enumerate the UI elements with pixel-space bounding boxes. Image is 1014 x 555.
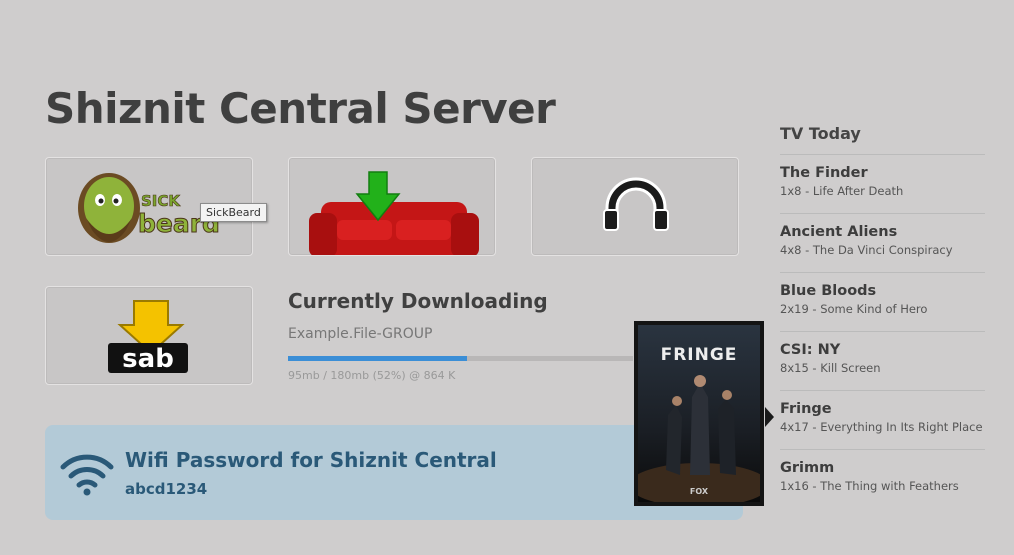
couch-download-icon [309, 171, 479, 255]
headphones-icon [603, 177, 669, 231]
show-episode: 1x16 - The Thing with Feathers [780, 479, 959, 493]
sab-download-icon: sab [108, 300, 188, 374]
show-episode: 4x8 - The Da Vinci Conspiracy [780, 243, 953, 257]
poster-pointer [765, 407, 774, 427]
show-item-blue-bloods[interactable]: Blue Bloods 2x19 - Some Kind of Hero [780, 273, 985, 332]
show-name: Blue Bloods [780, 283, 877, 299]
poster-title: FRINGE [660, 345, 738, 365]
wifi-password: abcd1234 [125, 480, 208, 498]
show-item-fringe[interactable]: Fringe 4x17 - Everything In Its Right Pl… [780, 391, 985, 450]
download-progress-fill [288, 356, 468, 361]
svg-text:SICK: SICK [141, 192, 181, 210]
show-episode: 2x19 - Some Kind of Hero [780, 302, 928, 316]
page-title: Shiznit Central Server [45, 84, 556, 133]
download-progress-bar [288, 356, 633, 361]
tv-today-sidebar: TV Today The Finder 1x8 - Life After Dea… [780, 124, 985, 509]
wifi-icon [60, 454, 114, 496]
show-episode: 8x15 - Kill Screen [780, 361, 881, 375]
show-item-csi-ny[interactable]: CSI: NY 8x15 - Kill Screen [780, 332, 985, 391]
fringe-poster: FRINGE FOX [634, 321, 764, 506]
show-name: Fringe [780, 401, 832, 417]
svg-text:sab: sab [122, 344, 174, 374]
download-filename: Example.File-GROUP [288, 326, 433, 342]
tv-today-title: TV Today [780, 124, 985, 155]
show-item-the-finder[interactable]: The Finder 1x8 - Life After Death [780, 155, 985, 214]
show-name: Grimm [780, 460, 835, 476]
show-item-grimm[interactable]: Grimm 1x16 - The Thing with Feathers [780, 450, 985, 509]
sabnzbd-tile[interactable]: sab [45, 286, 253, 385]
wifi-title: Wifi Password for Shiznit Central [125, 448, 497, 472]
download-stats: 95mb / 180mb (52%) @ 864 K [288, 369, 456, 382]
show-item-ancient-aliens[interactable]: Ancient Aliens 4x8 - The Da Vinci Conspi… [780, 214, 985, 273]
couchpotato-tile[interactable] [288, 157, 496, 256]
sickbeard-tooltip: SickBeard [200, 203, 267, 222]
show-name: The Finder [780, 165, 868, 181]
headphones-tile[interactable] [531, 157, 739, 256]
download-heading: Currently Downloading [288, 289, 548, 313]
show-name: CSI: NY [780, 342, 841, 358]
show-episode: 4x17 - Everything In Its Right Place [780, 420, 983, 434]
show-episode: 1x8 - Life After Death [780, 184, 904, 198]
poster-network: FOX [689, 487, 709, 496]
show-name: Ancient Aliens [780, 224, 898, 240]
